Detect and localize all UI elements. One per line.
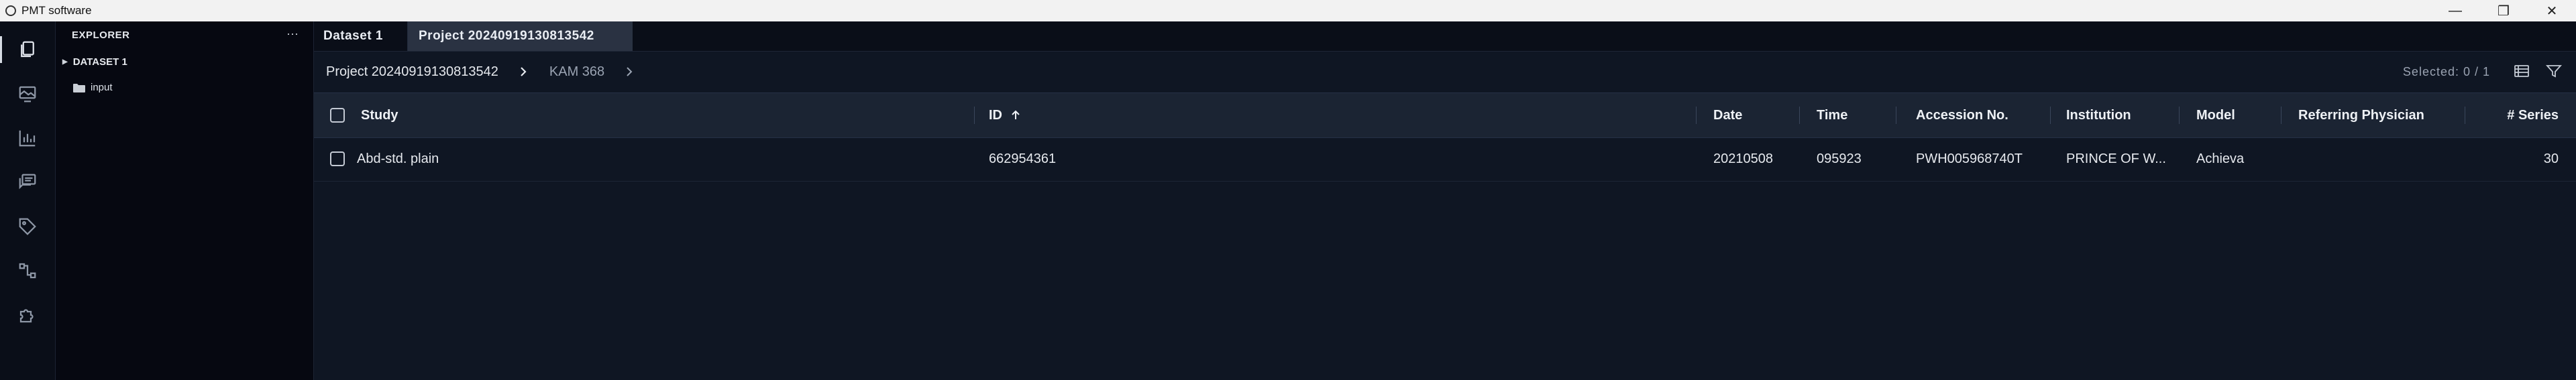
row-checkbox[interactable] bbox=[330, 151, 345, 166]
select-all-checkbox[interactable] bbox=[330, 108, 345, 123]
tab-bar: Dataset 1 Project 20240919130813542 bbox=[314, 21, 2576, 52]
column-header-accession[interactable]: Accession No. bbox=[1916, 93, 2008, 137]
column-divider[interactable] bbox=[2179, 107, 2180, 124]
breadcrumb-project[interactable]: Project 20240919130813542 bbox=[326, 64, 498, 80]
explorer-title: EXPLORER bbox=[72, 29, 130, 41]
tab-dataset-1[interactable]: Dataset 1 bbox=[314, 21, 408, 51]
activity-bar bbox=[0, 21, 56, 380]
caret-right-icon[interactable]: ▶ bbox=[62, 58, 68, 66]
column-header-model[interactable]: Model bbox=[2196, 93, 2235, 137]
folder-icon bbox=[73, 83, 85, 92]
cell-accession: PWH005968740T bbox=[1916, 151, 2023, 166]
minimize-button[interactable]: — bbox=[2431, 0, 2479, 21]
window-title: PMT software bbox=[21, 4, 92, 17]
tab-project[interactable]: Project 20240919130813542 bbox=[408, 21, 633, 51]
maximize-button[interactable]: ❐ bbox=[2479, 0, 2528, 21]
column-divider[interactable] bbox=[2050, 107, 2051, 124]
column-header-referring-physician[interactable]: Referring Physician bbox=[2298, 93, 2424, 137]
chevron-right-icon[interactable] bbox=[623, 66, 635, 78]
column-header-study[interactable]: Study bbox=[361, 93, 398, 137]
column-header-institution[interactable]: Institution bbox=[2066, 93, 2131, 137]
column-divider[interactable] bbox=[974, 107, 975, 124]
cell-institution: PRINCE OF W... bbox=[2066, 151, 2166, 166]
plugin-icon[interactable] bbox=[0, 295, 55, 335]
close-button[interactable]: ✕ bbox=[2528, 0, 2576, 21]
column-divider[interactable] bbox=[2281, 107, 2282, 124]
cell-time: 095923 bbox=[1817, 151, 1862, 166]
more-options-button[interactable]: ··· bbox=[286, 27, 299, 41]
column-header-series[interactable]: # Series bbox=[2507, 93, 2559, 137]
tree-item-dataset[interactable]: ▶ DATASET 1 bbox=[62, 56, 127, 68]
chart-icon[interactable] bbox=[0, 118, 55, 158]
explorer-panel: EXPLORER ··· ▶ DATASET 1 input bbox=[56, 21, 314, 380]
window-titlebar: PMT software — ❐ ✕ bbox=[0, 0, 2576, 21]
app-logo-icon bbox=[5, 5, 16, 16]
cell-date: 20210508 bbox=[1713, 151, 1773, 166]
tree-item-label: DATASET 1 bbox=[72, 56, 127, 68]
column-header-id[interactable]: ID bbox=[989, 93, 1021, 137]
explorer-icon[interactable] bbox=[0, 29, 55, 70]
messages-icon[interactable] bbox=[0, 162, 55, 202]
table-header: Study ID Date Time Accession No. Institu… bbox=[314, 92, 2576, 138]
column-header-label: ID bbox=[989, 107, 1002, 123]
tree-item-label: input bbox=[91, 82, 113, 93]
table-row[interactable]: Abd-std. plain 662954361 20210508 095923… bbox=[314, 137, 2576, 182]
column-header-time[interactable]: Time bbox=[1817, 93, 1847, 137]
cell-series: 30 bbox=[2543, 151, 2559, 166]
column-header-date[interactable]: Date bbox=[1713, 93, 1742, 137]
cell-model: Achieva bbox=[2196, 151, 2245, 166]
breadcrumb-subject[interactable]: KAM 368 bbox=[549, 64, 604, 80]
column-divider[interactable] bbox=[1696, 107, 1697, 124]
breadcrumb: Project 20240919130813542 KAM 368 Select… bbox=[314, 52, 2576, 92]
tag-icon[interactable] bbox=[0, 206, 55, 247]
workflow-icon[interactable] bbox=[0, 251, 55, 291]
selection-count: Selected: 0 / 1 bbox=[2402, 65, 2490, 78]
cell-study: Abd-std. plain bbox=[357, 151, 439, 166]
tree-item-input-folder[interactable]: input bbox=[73, 82, 113, 93]
column-divider[interactable] bbox=[1799, 107, 1800, 124]
sort-ascending-icon bbox=[1012, 110, 1020, 119]
filter-icon[interactable] bbox=[2545, 62, 2563, 80]
list-view-icon[interactable] bbox=[2513, 62, 2530, 80]
chevron-right-icon bbox=[517, 66, 529, 78]
main-panel: Dataset 1 Project 20240919130813542 Proj… bbox=[314, 21, 2576, 380]
cell-id: 662954361 bbox=[989, 151, 1057, 166]
viewer-icon[interactable] bbox=[0, 74, 55, 114]
